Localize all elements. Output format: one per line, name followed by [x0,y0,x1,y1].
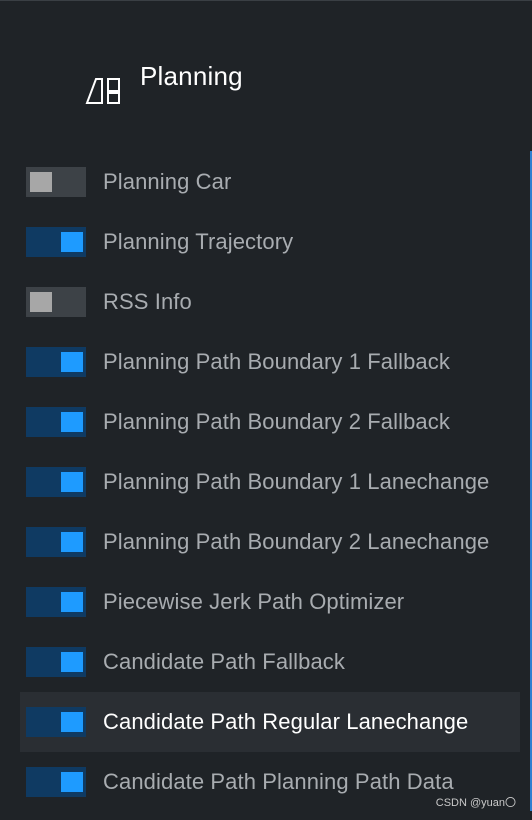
toggle-knob [61,472,83,492]
toggle-switch[interactable] [26,287,86,317]
watermark: CSDN @yuan〇 [435,797,516,809]
toggle-switch[interactable] [26,227,86,257]
toggle-knob [61,652,83,672]
list-item[interactable]: RSS Info [20,272,520,332]
list-item[interactable]: Candidate Path Fallback [20,632,520,692]
list-item[interactable]: Planning Car [20,152,520,212]
toggle-knob [61,232,83,252]
list-item[interactable]: Planning Path Boundary 2 Lanechange [20,512,520,572]
toggle-switch[interactable] [26,167,86,197]
toggle-knob [61,772,83,792]
toggle-knob [61,712,83,732]
toggle-switch[interactable] [26,467,86,497]
layers-icon [85,78,120,104]
toggle-knob [30,292,52,312]
item-label: Planning Path Boundary 2 Fallback [103,409,450,434]
item-label: RSS Info [103,289,192,314]
planning-panel: Planning Planning Car Planning Trajector… [0,0,532,820]
toggle-switch[interactable] [26,347,86,377]
toggle-knob [61,352,83,372]
toggle-switch[interactable] [26,767,86,797]
list-item[interactable]: Planning Path Boundary 2 Fallback [20,392,520,452]
list-item[interactable]: Candidate Path Regular Lanechange [20,692,520,752]
layer-list: Planning Car Planning Trajectory RSS Inf… [20,152,520,812]
toggle-switch[interactable] [26,707,86,737]
toggle-knob [61,412,83,432]
list-item[interactable]: Planning Path Boundary 1 Lanechange [20,452,520,512]
item-label: Planning Path Boundary 1 Lanechange [103,469,490,494]
list-item[interactable]: Planning Path Boundary 1 Fallback [20,332,520,392]
toggle-switch[interactable] [26,407,86,437]
list-item[interactable]: Piecewise Jerk Path Optimizer [20,572,520,632]
item-label: Candidate Path Planning Path Data [103,769,454,794]
toggle-switch[interactable] [26,587,86,617]
item-label: Candidate Path Regular Lanechange [103,709,469,734]
page-title: Planning [140,61,243,91]
item-label: Planning Trajectory [103,229,294,254]
toggle-switch[interactable] [26,647,86,677]
toggle-knob [61,592,83,612]
item-label: Planning Path Boundary 1 Fallback [103,349,450,374]
item-label: Planning Path Boundary 2 Lanechange [103,529,490,554]
toggle-knob [30,172,52,192]
list-item[interactable]: Planning Trajectory [20,212,520,272]
toggle-knob [61,532,83,552]
item-label: Piecewise Jerk Path Optimizer [103,589,405,614]
planning-header: Planning [84,59,243,109]
item-label: Candidate Path Fallback [103,649,346,674]
item-label: Planning Car [103,169,232,194]
toggle-switch[interactable] [26,527,86,557]
